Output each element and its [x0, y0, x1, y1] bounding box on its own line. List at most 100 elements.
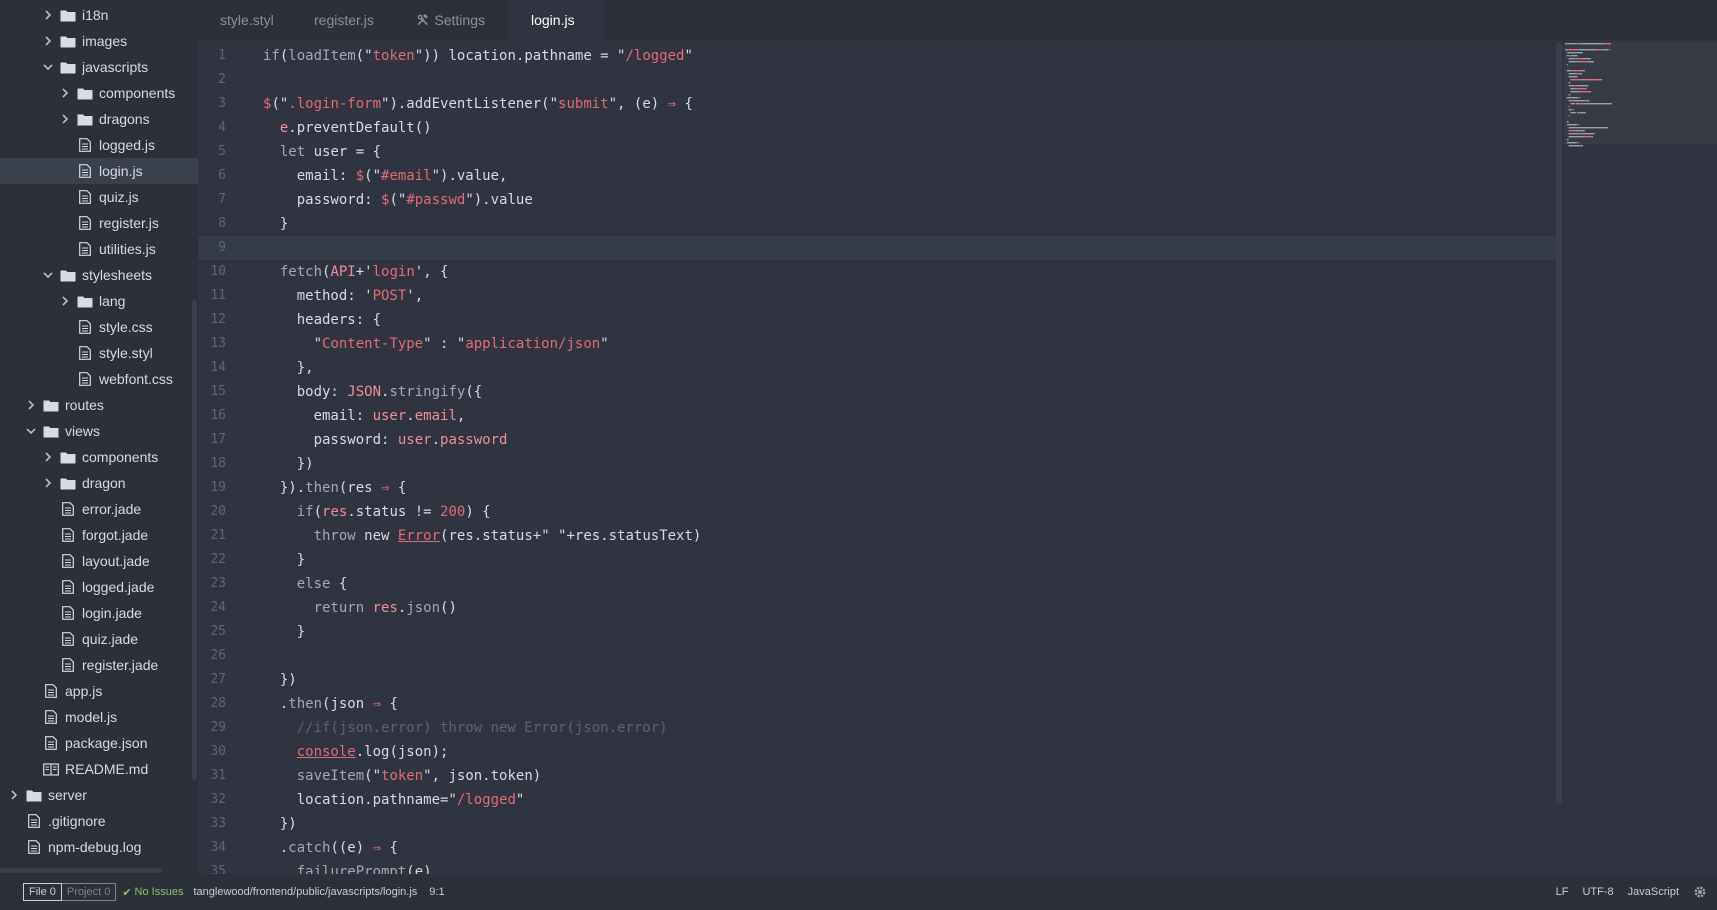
tree-vertical-scrollbar[interactable] [192, 300, 197, 780]
code-line[interactable]: 17 password: user.password [198, 428, 1558, 452]
tree-item[interactable]: webfont.css [0, 366, 198, 392]
tree-item[interactable]: app.js [0, 678, 198, 704]
code-line[interactable]: 30 console.log(json); [198, 740, 1558, 764]
tree-item[interactable]: style.styl [0, 340, 198, 366]
chevron-right-icon[interactable] [41, 452, 55, 462]
cursor-position[interactable]: 9:1 [429, 886, 444, 898]
tree-item[interactable]: layout.jade [0, 548, 198, 574]
tree-item[interactable]: dragons [0, 106, 198, 132]
code-line[interactable]: 29 //if(json.error) throw new Error(json… [198, 716, 1558, 740]
code-line[interactable]: 18 }) [198, 452, 1558, 476]
code-line[interactable]: 4 e.preventDefault() [198, 116, 1558, 140]
tree-item[interactable]: login.js [0, 158, 198, 184]
tree-horizontal-scrollbar[interactable] [0, 868, 162, 873]
chevron-right-icon[interactable] [58, 114, 72, 124]
editor-vertical-scrollbar[interactable] [1556, 42, 1562, 804]
tree-item[interactable]: routes [0, 392, 198, 418]
code-line[interactable]: 15 body: JSON.stringify({ [198, 380, 1558, 404]
tree-item[interactable]: README.md [0, 756, 198, 782]
code-line[interactable]: 20 if(res.status != 200) { [198, 500, 1558, 524]
tree-item[interactable]: server [0, 782, 197, 808]
tree-item[interactable]: quiz.jade [0, 626, 198, 652]
linter-status[interactable]: ✔ No Issues [122, 886, 183, 899]
chevron-right-icon[interactable] [58, 88, 72, 98]
code-line[interactable]: 3 $(".login-form").addEventListener("subm… [198, 92, 1558, 116]
tree-item[interactable]: i18n [0, 2, 198, 28]
tree-item[interactable]: login.jade [0, 600, 198, 626]
tree-item[interactable]: forgot.jade [0, 522, 198, 548]
code-line[interactable]: 11 method: 'POST', [198, 284, 1558, 308]
tree-item[interactable]: register.jade [0, 652, 198, 678]
code-line[interactable]: 16 email: user.email, [198, 404, 1558, 428]
project-count-button[interactable]: Project 0 [61, 883, 117, 901]
chevron-down-icon[interactable] [41, 63, 55, 71]
minimap-token [1566, 142, 1568, 144]
code-line[interactable]: 23 else { [198, 572, 1558, 596]
code-line[interactable]: 7 password: $("#passwd").value [198, 188, 1558, 212]
tree-item[interactable]: package.json [0, 730, 198, 756]
tree-item[interactable]: error.jade [0, 496, 198, 522]
tree-item[interactable]: components [0, 80, 198, 106]
file-count-button[interactable]: File 0 [23, 883, 62, 901]
code-line[interactable]: 13 "Content-Type" : "application/json" [198, 332, 1558, 356]
tree-item[interactable]: utilities.js [0, 236, 198, 262]
tree-item[interactable]: style.css [0, 314, 198, 340]
tree-item[interactable]: .gitignore [0, 808, 198, 834]
chevron-right-icon[interactable] [58, 296, 72, 306]
code-line[interactable]: 21 throw new Error(res.status+" "+res.st… [198, 524, 1558, 548]
tree-item[interactable]: lang [0, 288, 198, 314]
chevron-right-icon[interactable] [41, 478, 55, 488]
code-line[interactable]: 22 } [198, 548, 1558, 572]
code-line[interactable]: 10 fetch(API+'login', { [198, 260, 1558, 284]
code-line[interactable]: 31 saveItem("token", json.token) [198, 764, 1558, 788]
tree-item[interactable]: logged.js [0, 132, 198, 158]
tab-login-js[interactable]: login.js [509, 0, 603, 40]
tree-item[interactable]: stylesheets [0, 262, 198, 288]
tab-settings[interactable]: Settings [395, 0, 507, 40]
code-line[interactable]: 5 let user = { [198, 140, 1558, 164]
minimap[interactable] [1564, 40, 1717, 874]
line-ending-selector[interactable]: LF [1556, 886, 1569, 898]
tree-item[interactable]: model.js [0, 704, 198, 730]
code-line[interactable]: 33 }) [198, 812, 1558, 836]
tree-item[interactable]: npm-debug.log [0, 834, 198, 860]
chevron-right-icon[interactable] [41, 10, 55, 20]
code-line[interactable]: 14 }, [198, 356, 1558, 380]
encoding-selector[interactable]: UTF-8 [1582, 886, 1613, 898]
code-line[interactable]: 19 }).then(res ⇒ { [198, 476, 1558, 500]
tab-style-styl[interactable]: style.styl [198, 0, 292, 40]
chevron-down-icon[interactable] [41, 271, 55, 279]
tree-item[interactable]: quiz.js [0, 184, 198, 210]
code-line[interactable]: 1 if(loadItem("token")) location.pathname… [198, 44, 1558, 68]
code-line[interactable]: 6 email: $("#email").value, [198, 164, 1558, 188]
code-line[interactable]: 28 .then(json ⇒ { [198, 692, 1558, 716]
tree-item[interactable]: views [0, 418, 198, 444]
code-line[interactable]: 25 } [198, 620, 1558, 644]
chevron-down-icon[interactable] [24, 427, 38, 435]
code-line[interactable]: 12 headers: { [198, 308, 1558, 332]
chevron-right-icon[interactable] [7, 790, 21, 800]
chevron-right-icon[interactable] [24, 400, 38, 410]
tree-item-label: error.jade [82, 501, 142, 517]
grammar-selector[interactable]: JavaScript [1628, 886, 1679, 898]
code-line[interactable]: 35 failurePrompt(e) [198, 860, 1558, 874]
code-line[interactable]: 8 } [198, 212, 1558, 236]
chevron-right-icon[interactable] [41, 36, 55, 46]
code-line[interactable]: 9 [198, 236, 1558, 260]
tree-item[interactable]: register.js [0, 210, 198, 236]
settings-gear-button[interactable] [1693, 885, 1707, 899]
code-line[interactable]: 34 .catch((e) ⇒ { [198, 836, 1558, 860]
code-line[interactable]: 2 [198, 68, 1558, 92]
tree-item[interactable]: logged.jade [0, 574, 198, 600]
tree-item[interactable]: images [0, 28, 198, 54]
code-line[interactable]: 26 [198, 644, 1558, 668]
tree-item[interactable]: javascripts [0, 54, 198, 80]
file-path[interactable]: tanglewood/frontend/public/javascripts/l… [193, 886, 417, 898]
code-line[interactable]: 24 return res.json() [198, 596, 1558, 620]
code-line[interactable]: 27 }) [198, 668, 1558, 692]
tab-register-js[interactable]: register.js [292, 0, 395, 40]
code-line[interactable]: 32 location.pathname="/logged" [198, 788, 1558, 812]
code-editor[interactable]: 1 if(loadItem("token")) location.pathname… [198, 40, 1558, 874]
tree-item[interactable]: dragon [0, 470, 198, 496]
tree-item[interactable]: components [0, 444, 198, 470]
